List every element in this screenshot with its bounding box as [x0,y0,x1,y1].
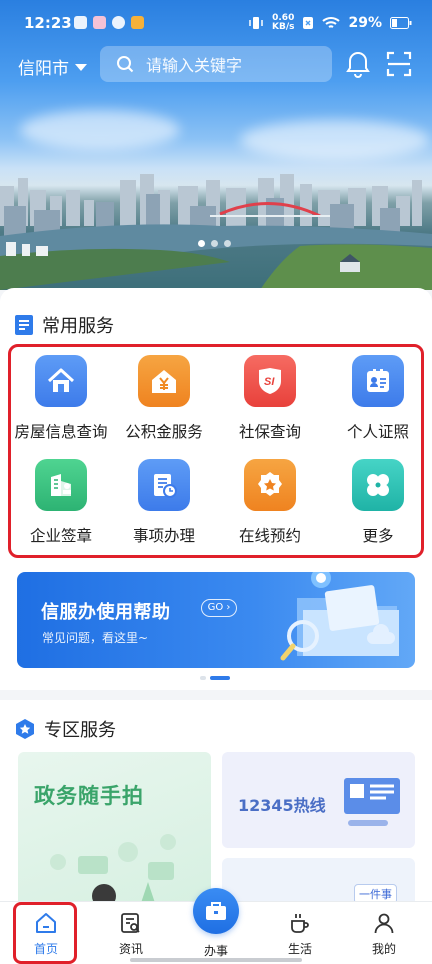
help-banner[interactable]: 信服办使用帮助 GO › 常见问题，看这里~ [17,572,415,668]
service-affairs-handling[interactable]: 事项办理 [110,459,218,546]
social-security-shield-icon: SI [244,355,296,407]
briefcase-icon [206,902,226,920]
network-speed: 0.60 KB/s [272,13,295,32]
highlight-box [13,902,77,964]
nav-life[interactable]: 生活 [270,910,330,957]
hero-banner[interactable]: 12:23 0.60 KB/s 29% 信阳市 请输入关键字 [0,0,432,290]
search-input[interactable]: 请输入关键字 [100,46,332,82]
banner-pager [200,676,230,680]
service-housing-fund[interactable]: 公积金服务 [110,355,218,442]
city-name: 信阳市 [18,59,69,79]
battery-percent: 29% [348,15,382,31]
hotline-board-illustration [344,778,400,826]
vibrate-icon [249,17,263,29]
app-notification-icon [112,16,125,29]
house-icon [35,355,87,407]
zone-card-photo-report[interactable]: 政务随手拍 [18,752,211,912]
city-selector[interactable]: 信阳市 [18,54,87,79]
service-house-info[interactable]: 房屋信息查询 [7,355,115,442]
nav-news[interactable]: 资讯 [101,910,161,957]
section-header: 专区服务 [14,716,116,742]
four-petal-more-icon [352,459,404,511]
zone-card-title: 12345热线 [238,796,326,815]
status-notification-icons [74,16,144,29]
service-grid: 房屋信息查询 公积金服务 SI 社保查询 个人证照 企业签章 事项办理 在线预约… [8,344,424,558]
service-enterprise-seal[interactable]: 企业签章 [7,459,115,546]
news-search-icon [101,910,161,936]
carousel-indicator [198,240,231,247]
service-personal-license[interactable]: 个人证照 [324,355,432,442]
folder-magnifier-illustration [280,572,399,661]
service-online-booking[interactable]: 在线预约 [216,459,324,546]
help-banner-subtitle: 常见问题，看这里~ [42,631,149,645]
section-title: 专区服务 [44,720,116,741]
wifi-icon [322,17,341,28]
avatar-notification-icon [93,16,106,29]
badge-star-icon [16,719,34,739]
document-icon [15,315,33,335]
status-time: 12:23 [24,14,72,32]
service-more[interactable]: 更多 [324,459,432,546]
people-illustration [50,834,176,912]
service-social-security[interactable]: SI 社保查询 [216,355,324,442]
battery-icon [390,17,412,29]
app-notification-icon [74,16,87,29]
city-skyline-illustration [0,174,432,290]
zone-card-hotline[interactable]: 12345热线 [222,752,415,848]
document-clock-icon [138,459,190,511]
section-header: 常用服务 [14,312,114,338]
search-placeholder: 请输入关键字 [146,56,243,75]
bell-icon[interactable] [345,50,371,78]
go-button[interactable]: GO › [201,599,237,617]
nav-mine[interactable]: 我的 [354,910,414,957]
caret-down-icon [75,64,87,71]
star-badge-icon [244,459,296,511]
no-sim-icon [303,17,314,29]
nav-affairs[interactable]: 办事 [186,938,246,959]
help-banner-title: 信服办使用帮助 [41,602,171,623]
section-title: 常用服务 [42,316,114,337]
common-services-section: 常用服务 房屋信息查询 公积金服务 SI 社保查询 个人证照 企业签章 事项办理… [0,288,432,690]
home-indicator [130,958,302,962]
id-card-icon [352,355,404,407]
weibo-notification-icon [131,16,144,29]
user-icon [354,910,414,936]
svg-text:SI: SI [264,376,275,388]
status-bar: 12:23 0.60 KB/s 29% [0,0,432,44]
enterprise-seal-icon [35,459,87,511]
search-icon [117,56,134,73]
coffee-cup-icon [270,910,330,936]
nav-affairs-button[interactable] [193,888,239,934]
zone-services-section: 专区服务 政务随手拍 12345热线 一件事 [0,700,432,918]
scan-icon[interactable] [386,51,412,77]
yuan-house-icon [138,355,190,407]
zone-card-title: 政务随手拍 [34,784,144,808]
